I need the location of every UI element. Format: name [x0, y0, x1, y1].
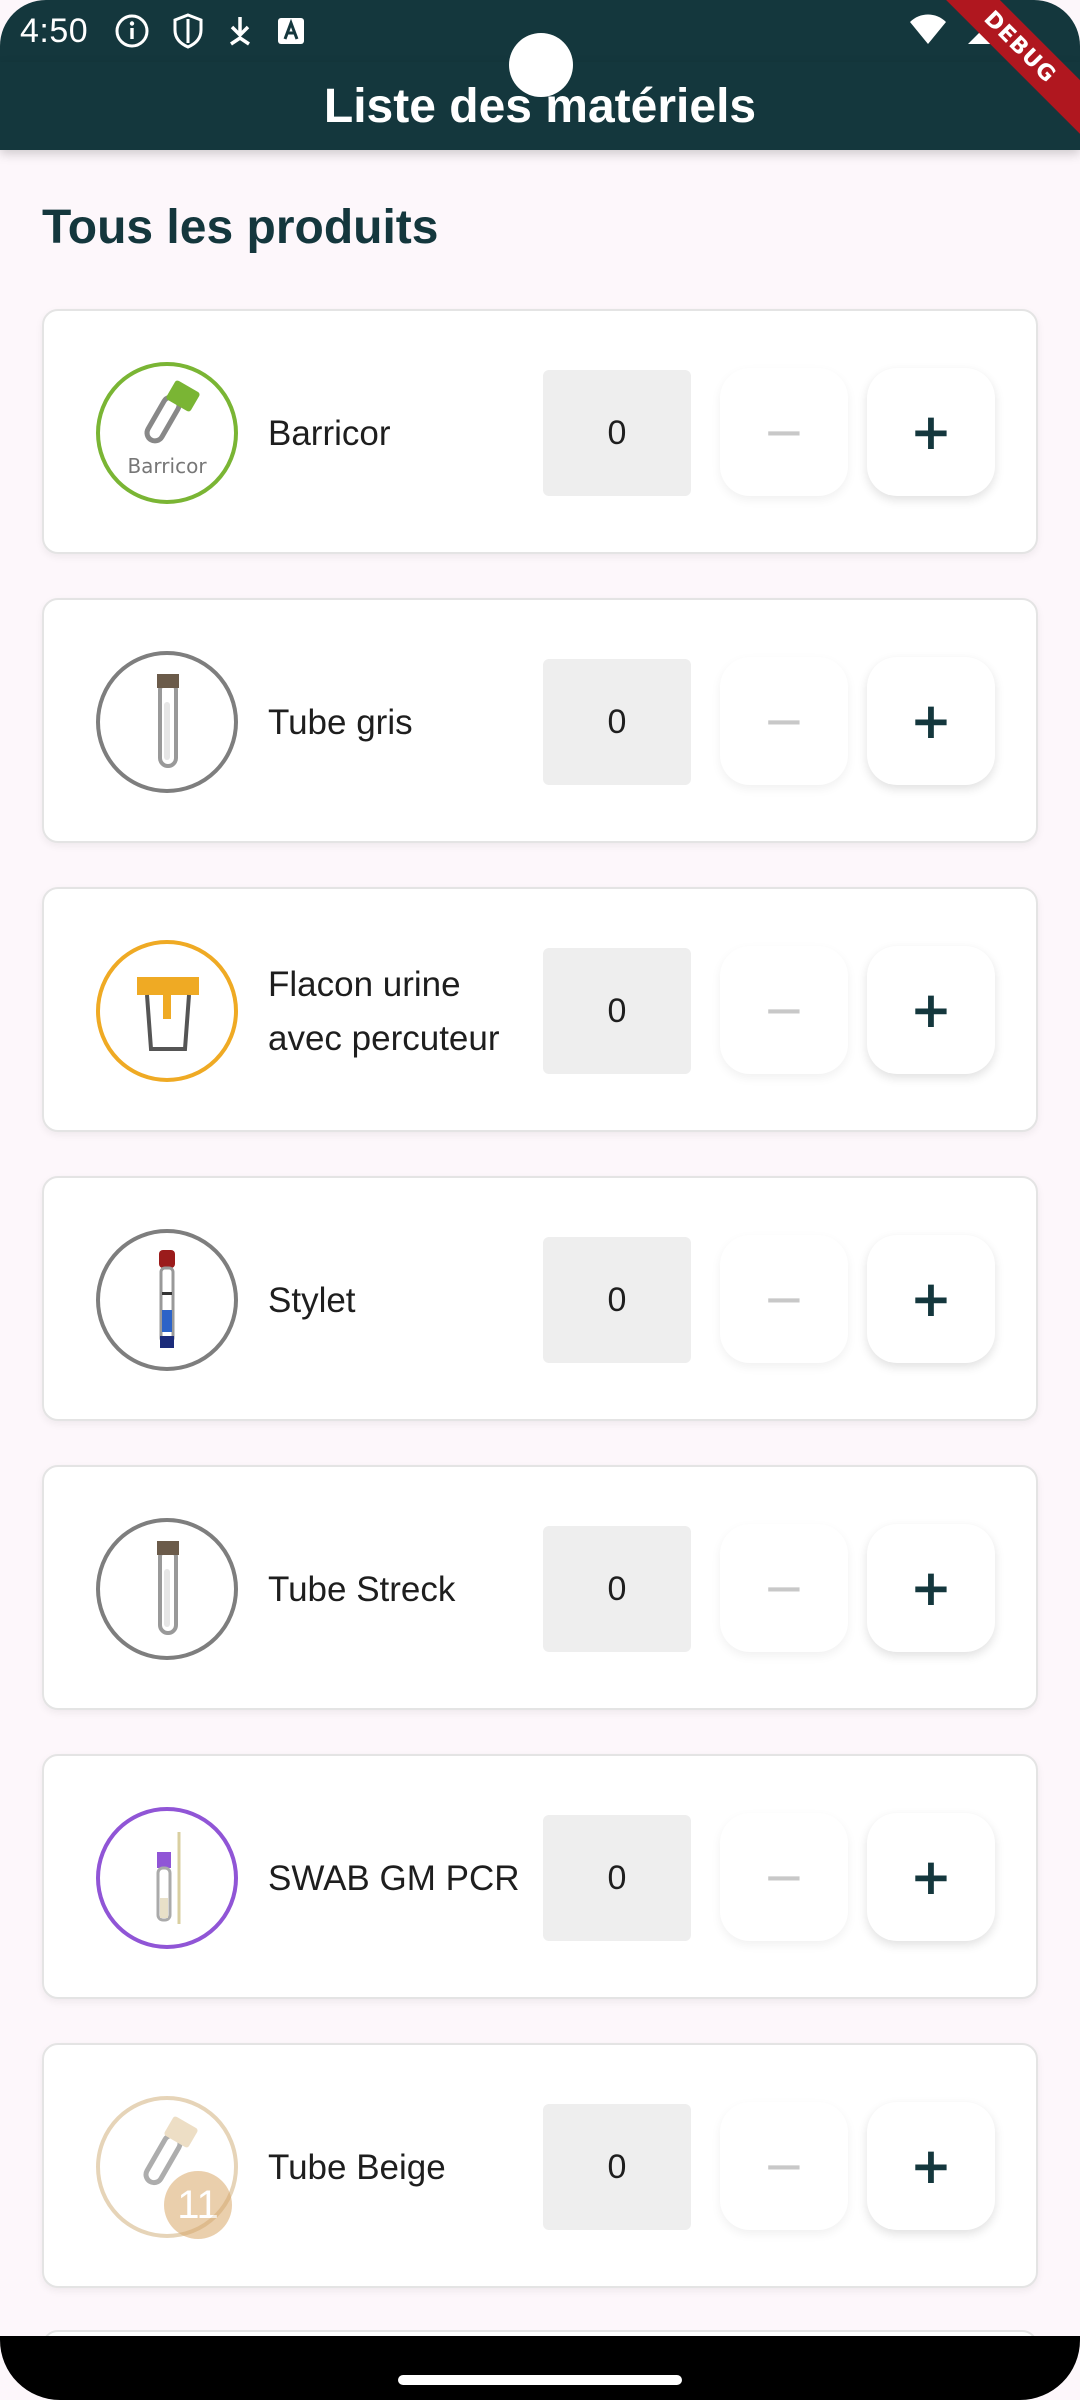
increment-button[interactable]: +	[867, 946, 995, 1074]
navigation-bar	[0, 2336, 1080, 2400]
product-card: SWAB GM PCR 0 − +	[42, 1754, 1038, 1999]
increment-button[interactable]: +	[867, 368, 995, 496]
stylet-icon	[96, 1229, 238, 1371]
product-name: Tube Beige	[268, 2147, 446, 2187]
product-card: Barricor Barricor 0 − +	[42, 309, 1038, 554]
increment-button[interactable]: +	[867, 1813, 995, 1941]
quantity-field[interactable]: 0	[543, 1815, 691, 1941]
quantity-field[interactable]: 0	[543, 659, 691, 785]
urine-container-icon	[96, 940, 238, 1082]
quantity-field[interactable]: 0	[543, 370, 691, 496]
product-name: Stylet	[268, 1280, 356, 1320]
product-card: Tube gris 0 − +	[42, 598, 1038, 843]
wifi-icon	[908, 12, 948, 51]
decrement-button[interactable]: −	[720, 368, 848, 496]
product-name: Barricor	[268, 413, 391, 453]
product-card: Stylet 0 − +	[42, 1176, 1038, 1421]
status-time: 4:50	[20, 11, 89, 50]
product-list: Barricor Barricor 0 − + Tube gris 0 − +	[42, 309, 1038, 2332]
quantity-field[interactable]: 0	[543, 2104, 691, 2230]
swab-icon	[96, 1807, 238, 1949]
camera-cutout	[509, 33, 573, 97]
decrement-button[interactable]: −	[720, 1813, 848, 1941]
grey-tube-icon	[96, 651, 238, 793]
product-name: SWAB GM PCR	[268, 1858, 520, 1898]
quantity-field[interactable]: 0	[543, 1237, 691, 1363]
increment-button[interactable]: +	[867, 1524, 995, 1652]
count-badge: 11	[164, 2171, 232, 2239]
decrement-button[interactable]: −	[720, 1235, 848, 1363]
decrement-button[interactable]: −	[720, 2102, 848, 2230]
product-name: Tube gris	[268, 702, 413, 742]
info-icon	[114, 13, 150, 49]
section-title: Tous les produits	[42, 201, 439, 254]
barricor-tube-icon: Barricor	[96, 362, 238, 504]
product-card: Flacon urine avec percuteur 0 − +	[42, 887, 1038, 1132]
increment-button[interactable]: +	[867, 1235, 995, 1363]
increment-button[interactable]: +	[867, 657, 995, 785]
product-name: Tube Streck	[268, 1569, 456, 1609]
barricor-icon-label: Barricor	[127, 454, 207, 478]
decrement-button[interactable]: −	[720, 1524, 848, 1652]
decrement-button[interactable]: −	[720, 657, 848, 785]
quantity-field[interactable]: 0	[543, 1526, 691, 1652]
status-icons-left	[114, 13, 306, 49]
decrement-button[interactable]: −	[720, 946, 848, 1074]
product-card: 11 Tube Beige 0 − +	[42, 2043, 1038, 2288]
quantity-field[interactable]: 0	[543, 948, 691, 1074]
home-indicator[interactable]	[398, 2375, 682, 2385]
streck-tube-icon	[96, 1518, 238, 1660]
increment-button[interactable]: +	[867, 2102, 995, 2230]
font-icon	[276, 16, 306, 46]
download-icon	[226, 14, 254, 48]
device-frame: 4:50 Liste des matériels DEBUG Tous les …	[0, 0, 1080, 2400]
product-card: Tube Streck 0 − +	[42, 1465, 1038, 1710]
product-name: Flacon urine avec percuteur	[268, 964, 500, 1058]
shield-icon	[172, 13, 204, 49]
